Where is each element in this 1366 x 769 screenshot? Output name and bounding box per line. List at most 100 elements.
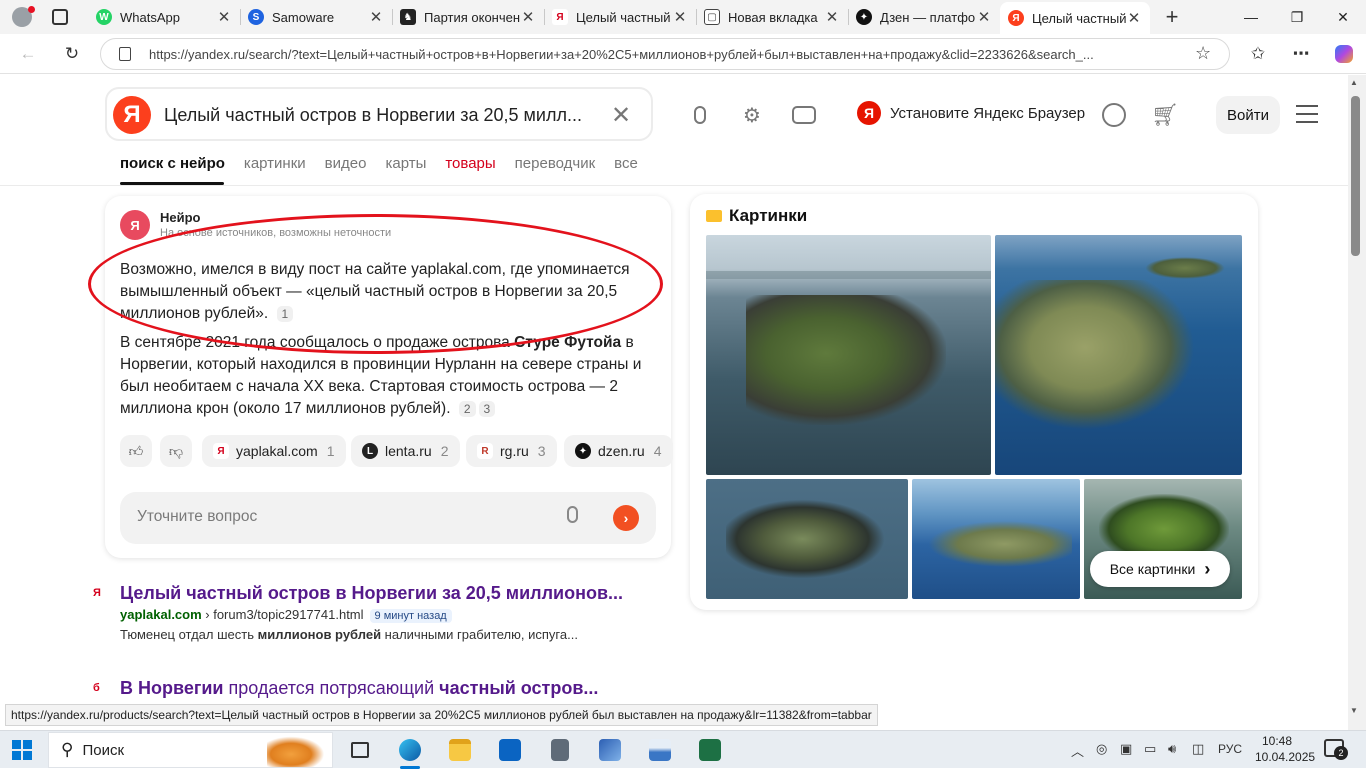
tab-products[interactable]: товары (445, 155, 495, 172)
copilot-icon[interactable] (1330, 40, 1358, 68)
close-tab-icon[interactable]: ✕ (520, 8, 536, 26)
address-bar-row: ← ↻ https://yandex.ru/search/?text=Целый… (0, 34, 1366, 74)
microphone-icon[interactable] (567, 506, 578, 523)
tab-neuro-search[interactable]: поиск с нейро (120, 155, 225, 172)
close-tab-icon[interactable]: ✕ (976, 8, 992, 26)
close-tab-icon[interactable]: ✕ (824, 8, 840, 26)
source-chip-dzen[interactable]: ✦ dzen.ru 4 (564, 435, 673, 467)
result-url[interactable]: yaplakal.com › forum3/topic2917741.html 9… (120, 607, 452, 623)
install-browser-link[interactable]: Я Установите Яндекс Браузер (857, 101, 1085, 125)
yandex-logo[interactable]: Я (113, 96, 151, 134)
tab-chess[interactable]: ♞ Партия окончен ✕ (392, 2, 544, 32)
voice-search-icon[interactable] (686, 101, 714, 129)
clock[interactable]: 10:48 10.04.2025 (1255, 733, 1315, 765)
menu-icon[interactable] (1296, 105, 1318, 123)
network-icon[interactable]: ◫ (1192, 741, 1204, 757)
yandex-icon: Я (1008, 10, 1024, 26)
scroll-up-arrow[interactable]: ▲ (1350, 78, 1358, 87)
maximize-button[interactable]: ❐ (1274, 0, 1320, 34)
source-chip-lenta[interactable]: L lenta.ru 2 (351, 435, 460, 467)
images-title-label: Картинки (729, 206, 808, 225)
more-menu-icon[interactable]: ⋯ (1287, 40, 1315, 68)
island-photo-4[interactable] (912, 479, 1080, 599)
scrollbar-thumb[interactable] (1351, 96, 1360, 256)
tab-yaplakal[interactable]: Я Целый частный ✕ (544, 2, 696, 32)
favorites-icon[interactable]: ✩ (1244, 40, 1272, 68)
close-window-button[interactable]: ✕ (1320, 0, 1366, 34)
login-button[interactable]: Войти (1216, 96, 1280, 134)
source-chip-yaplakal[interactable]: Я yaplakal.com 1 (202, 435, 346, 467)
edge-icon[interactable] (392, 735, 428, 765)
tray-overflow-icon[interactable]: ︿ (1071, 741, 1084, 760)
tab-title: WhatsApp (120, 9, 180, 25)
tray-app-icon[interactable]: ◎ (1096, 741, 1107, 757)
search-results-page: Я Целый частный остров в Норвегии за 20,… (0, 75, 1348, 730)
new-tab-button[interactable]: + (1160, 4, 1184, 30)
tab-translator[interactable]: переводчик (515, 155, 595, 172)
island-photo-2[interactable] (995, 235, 1242, 475)
calculator-icon[interactable] (542, 735, 578, 765)
close-tab-icon[interactable]: ✕ (672, 8, 688, 26)
taskbar-search[interactable]: ⚲ Поиск (48, 732, 333, 768)
file-explorer-icon[interactable] (442, 735, 478, 765)
clear-search-icon[interactable]: ✕ (611, 101, 631, 130)
reference-badge[interactable]: 1 (276, 306, 294, 322)
tab-whatsapp[interactable]: W WhatsApp ✕ (88, 2, 240, 32)
tray-app-icon[interactable]: ▭ (1144, 741, 1156, 757)
task-view-icon[interactable] (342, 735, 378, 765)
images-card-title[interactable]: Картинки (706, 206, 807, 226)
source-chip-rg[interactable]: R rg.ru 3 (466, 435, 557, 467)
outlook-icon[interactable] (492, 735, 528, 765)
tray-app-icon[interactable]: ▣ (1120, 741, 1132, 757)
cart-icon[interactable]: 🛒︎ (1151, 101, 1179, 129)
reference-badge[interactable]: 2 (458, 401, 476, 417)
tab-all[interactable]: все (614, 155, 638, 172)
images-card: Картинки Все картинки › (690, 194, 1258, 610)
tab-maps[interactable]: карты (385, 155, 426, 172)
search-box[interactable]: Я Целый частный остров в Норвегии за 20,… (105, 87, 653, 141)
excel-icon[interactable] (692, 735, 728, 765)
refresh-button[interactable]: ↻ (58, 40, 86, 68)
favorite-star-icon[interactable]: ☆ (1195, 43, 1211, 64)
refine-question-input[interactable]: Уточните вопрос › (120, 492, 656, 544)
tab-yandex-active[interactable]: Я Целый частный ✕ (1000, 2, 1150, 34)
start-button[interactable] (12, 740, 32, 760)
alice-icon[interactable] (1100, 101, 1128, 129)
clock-time: 10:48 (1261, 734, 1293, 748)
result-title-link[interactable]: Целый частный остров в Норвегии за 20,5 … (120, 583, 623, 604)
scanner-app-icon[interactable] (642, 735, 678, 765)
result-title-link[interactable]: В Норвегии продается потрясающий частный… (120, 678, 598, 699)
url-text[interactable]: https://yandex.ru/search/?text=Целый+час… (149, 47, 1179, 62)
reference-badge[interactable]: 3 (478, 401, 496, 417)
like-button[interactable]: 👍︎ (120, 435, 152, 467)
minimize-button[interactable]: — (1228, 0, 1274, 34)
language-indicator[interactable]: РУС (1218, 742, 1242, 756)
dislike-button[interactable]: 👎︎ (160, 435, 192, 467)
fox-illustration-icon (267, 735, 327, 767)
island-photo-3[interactable] (706, 479, 908, 599)
rg-icon: R (477, 443, 493, 459)
close-tab-icon[interactable]: ✕ (1126, 9, 1142, 27)
submit-arrow-button[interactable]: › (613, 505, 639, 531)
close-tab-icon[interactable]: ✕ (368, 8, 384, 26)
filters-icon[interactable]: ⚙ (738, 101, 766, 129)
tab-video[interactable]: видео (325, 155, 367, 172)
tab-actions-icon[interactable] (52, 9, 68, 25)
chess-icon: ♞ (400, 9, 416, 25)
island-photo-1[interactable] (706, 235, 991, 475)
network-app-icon[interactable] (592, 735, 628, 765)
tab-new[interactable]: ▢ Новая вкладка ✕ (696, 2, 848, 32)
page-info-icon[interactable] (119, 47, 131, 61)
close-tab-icon[interactable]: ✕ (216, 8, 232, 26)
address-bar[interactable]: https://yandex.ru/search/?text=Целый+час… (100, 38, 1230, 70)
all-images-button[interactable]: Все картинки › (1090, 551, 1230, 587)
scroll-down-arrow[interactable]: ▼ (1350, 706, 1358, 715)
neuro-paragraph-1: Возможно, имелся в виду пост на сайте ya… (120, 259, 655, 325)
camera-search-icon[interactable] (790, 101, 818, 129)
tab-samoware[interactable]: S Samoware ✕ (240, 2, 392, 32)
volume-icon[interactable]: 🔊︎ (1168, 741, 1176, 757)
tab-images[interactable]: картинки (244, 155, 306, 172)
search-query[interactable]: Целый частный остров в Норвегии за 20,5 … (164, 105, 582, 126)
tab-dzen[interactable]: ✦ Дзен — платфор ✕ (848, 2, 1000, 32)
back-button[interactable]: ← (14, 40, 42, 68)
